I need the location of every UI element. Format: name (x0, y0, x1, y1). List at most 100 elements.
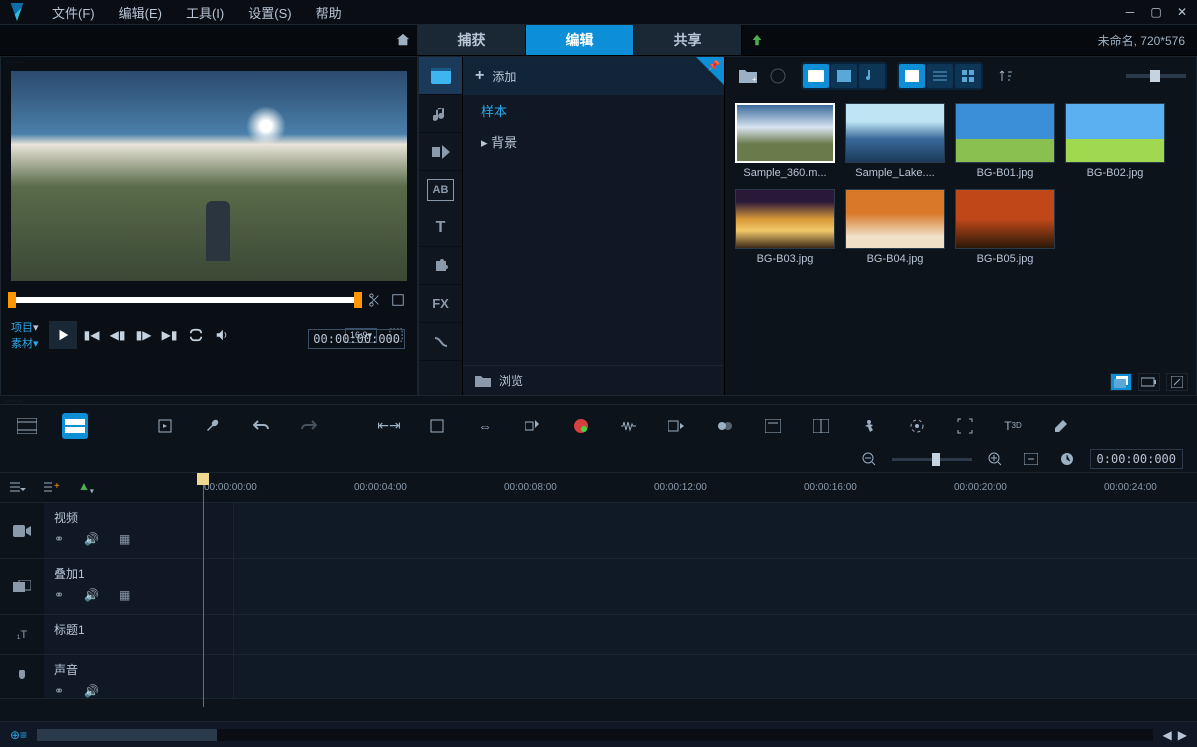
overlay-track-body[interactable] (234, 559, 1197, 614)
project-mode-label[interactable]: 项目▾ (11, 319, 39, 335)
video-track-head[interactable]: 视频 ⚭🔊▦ (44, 503, 234, 558)
link-icon[interactable]: ⚭ (54, 588, 64, 602)
mark-in-handle[interactable] (8, 292, 16, 308)
audio-tool[interactable] (616, 413, 642, 439)
link-icon[interactable]: ⚭ (54, 684, 64, 698)
sort-button[interactable] (993, 64, 1019, 88)
tree-item-background[interactable]: ▸ 背景 (463, 126, 724, 157)
upload-button[interactable] (742, 25, 772, 55)
thumbnail-item[interactable]: BG-B01.jpg (955, 103, 1055, 179)
lib-title-button[interactable]: AB (427, 179, 454, 201)
lib-media-button[interactable] (419, 57, 462, 95)
lib-path-button[interactable] (419, 323, 462, 361)
tab-edit[interactable]: 编辑 (526, 25, 634, 55)
zoom-slider[interactable] (892, 458, 972, 461)
thumbnail-item[interactable]: BG-B04.jpg (845, 189, 945, 265)
redo-button[interactable] (296, 413, 322, 439)
audio-track-head[interactable]: 声音 ⚭🔊 (44, 655, 234, 698)
thumbnail-item[interactable]: BG-B05.jpg (955, 189, 1055, 265)
pin-icon[interactable]: 📌 (708, 61, 720, 72)
tab-share[interactable]: 共享 (634, 25, 742, 55)
storyboard-view[interactable] (14, 413, 40, 439)
track-collapse-button[interactable]: ▲▾ (78, 479, 94, 495)
browse-row[interactable]: 浏览 (463, 365, 724, 395)
multicam-tool[interactable] (952, 413, 978, 439)
zoom-out-button[interactable] (856, 446, 882, 472)
preview-timecode[interactable]: 00:00:00:000 (308, 329, 405, 349)
lib-transition-button[interactable] (419, 133, 462, 171)
zoom-timecode[interactable]: 0:00:00:000 (1090, 449, 1183, 469)
library-add-row[interactable]: + 添加 📌 (463, 57, 724, 95)
fit-clip[interactable]: ⇤⇥ (376, 413, 402, 439)
3d-title-tool[interactable]: T3D (1000, 413, 1026, 439)
preview-video[interactable] (11, 71, 407, 281)
timeline-view[interactable] (62, 413, 88, 439)
thumbnail-item[interactable]: BG-B02.jpg (1065, 103, 1165, 179)
mark-button[interactable] (389, 291, 407, 309)
subtitle-tool[interactable] (808, 413, 834, 439)
tree-item-sample[interactable]: 样本 (463, 95, 724, 126)
overlay-track-head[interactable]: 叠加1 ⚭🔊▦ (44, 559, 234, 614)
color-tool[interactable] (568, 413, 594, 439)
mark-out-handle[interactable] (354, 292, 362, 308)
speaker-icon[interactable]: 🔊 (84, 532, 99, 546)
resize-tool[interactable] (520, 413, 546, 439)
maximize-button[interactable]: ▢ (1149, 5, 1163, 19)
grid-icon[interactable]: ▦ (119, 532, 130, 546)
speed-tool[interactable] (664, 413, 690, 439)
menu-help[interactable]: 帮助 (304, 3, 354, 22)
footer-btn-3[interactable] (1166, 373, 1188, 391)
cut-button[interactable] (365, 291, 383, 309)
menu-file[interactable]: 文件(F) (40, 3, 107, 22)
thumbnail-item[interactable]: Sample_Lake.... (845, 103, 945, 179)
title-track-body[interactable] (234, 615, 1197, 654)
zoom-thumb[interactable] (932, 453, 940, 466)
tool-options[interactable] (200, 413, 226, 439)
minimize-button[interactable]: ─ (1123, 5, 1137, 19)
menu-tools[interactable]: 工具(I) (174, 3, 236, 22)
video-track-body[interactable] (234, 503, 1197, 558)
link-icon[interactable]: ⚭ (54, 532, 64, 546)
footer-btn-2[interactable] (1138, 373, 1160, 391)
undo-button[interactable] (248, 413, 274, 439)
drag-handle[interactable]: :::::::: (1, 57, 417, 65)
clip-mode-label[interactable]: 素材▾ (11, 335, 39, 351)
zoom-in-button[interactable] (982, 446, 1008, 472)
reverse-tool[interactable] (712, 413, 738, 439)
filter-audio[interactable] (859, 64, 885, 88)
tab-capture[interactable]: 捕获 (418, 25, 526, 55)
close-button[interactable]: ✕ (1175, 5, 1189, 19)
timeline-ruler[interactable]: 00:00:00:0000:00:04:0000:00:08:0000:00:1… (190, 473, 1197, 502)
lib-audio-button[interactable] (419, 95, 462, 133)
prev-frame-button[interactable]: ◀▮ (107, 324, 129, 346)
h-scroll-thumb[interactable] (37, 729, 217, 741)
audio-track-body[interactable] (234, 655, 1197, 698)
thumb-size-slider[interactable] (1126, 74, 1186, 78)
menu-settings[interactable]: 设置(S) (236, 3, 303, 22)
scrub-bar[interactable] (11, 297, 359, 303)
add-track-button[interactable]: ⊕≡ (10, 728, 27, 742)
home-button[interactable] (388, 25, 418, 55)
next-frame-button[interactable]: ▮▶ (133, 324, 155, 346)
track-add-button[interactable]: + (44, 481, 60, 495)
scroll-right[interactable]: ▶ (1178, 728, 1187, 742)
fit-button[interactable] (1018, 446, 1044, 472)
view-thumb-button[interactable] (899, 64, 925, 88)
import-button[interactable]: + (735, 64, 761, 88)
grid-icon[interactable]: ▦ (119, 588, 130, 602)
duration-button[interactable] (1054, 446, 1080, 472)
title-track-head[interactable]: 标题1 (44, 615, 234, 654)
filter-photo[interactable] (831, 64, 857, 88)
footer-btn-1[interactable] (1110, 373, 1132, 391)
crop-tool[interactable] (424, 413, 450, 439)
play-button[interactable] (49, 321, 77, 349)
go-end-button[interactable]: ▶▮ (159, 324, 181, 346)
view-grid-button[interactable] (955, 64, 981, 88)
h-scrollbar[interactable] (37, 729, 1152, 741)
replace-button[interactable] (152, 413, 178, 439)
view-list-button[interactable] (927, 64, 953, 88)
playhead[interactable] (203, 473, 204, 707)
lib-graphic-button[interactable] (419, 247, 462, 285)
thumbnail-item[interactable]: BG-B03.jpg (735, 189, 835, 265)
go-start-button[interactable]: ▮◀ (81, 324, 103, 346)
